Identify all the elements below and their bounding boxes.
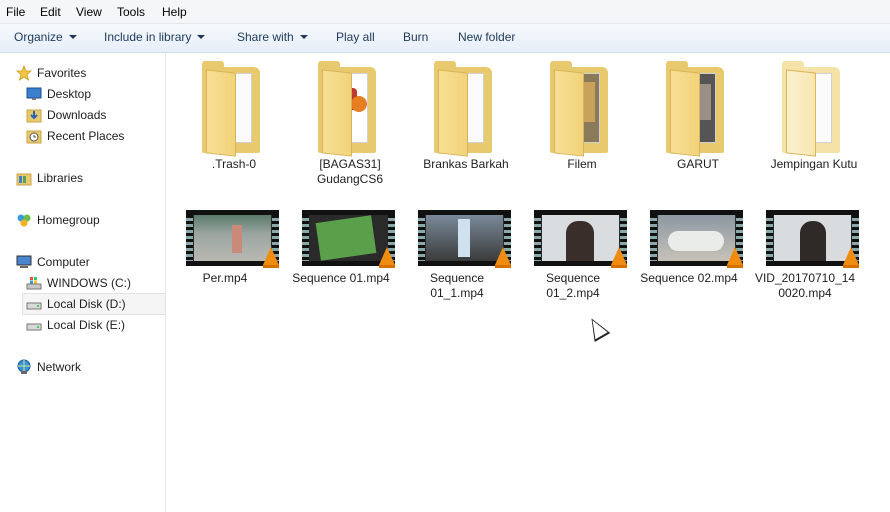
video-item[interactable]: Per.mp4 [167,205,283,305]
organize-button[interactable]: Organize [14,30,77,44]
navigation-pane: Favorites Desktop Downloads Recent Place… [0,53,166,512]
video-name: Sequence 01_2.mp4 [545,271,601,300]
include-in-library-button[interactable]: Include in library [104,30,206,44]
star-icon [16,65,32,81]
nav-desktop[interactable]: Desktop [26,84,156,104]
libraries-icon [16,173,32,186]
nav-network-label: Network [37,360,82,374]
computer-icon [16,255,32,268]
menu-help[interactable]: Help [162,5,187,19]
downloads-folder-icon [26,109,42,123]
recent-places-icon [26,130,42,144]
organize-label: Organize [14,30,63,44]
folder-item[interactable]: Jempingan Kutu [756,57,872,189]
share-with-label: Share with [237,30,294,44]
nav-recent-places[interactable]: Recent Places [26,126,156,146]
nav-favorites[interactable]: Favorites [16,63,156,83]
hard-drive-icon [26,323,42,331]
folder-item[interactable]: Brankas Barkah [408,57,524,189]
menu-view[interactable]: View [76,5,102,19]
nav-libraries[interactable]: Libraries [16,168,156,188]
video-name: VID_20170710_14 0020.mp4 [754,271,856,300]
video-item[interactable]: Sequence 01_1.mp4 [399,205,515,305]
video-item[interactable]: VID_20170710_14 0020.mp4 [747,205,863,305]
folder-name: [BAGAS31] GudangCS6 [316,157,384,186]
network-icon [17,359,31,374]
vlc-icon [379,247,395,268]
nav-libraries-label: Libraries [37,171,84,185]
nav-favorites-label: Favorites [37,66,87,80]
video-name: Sequence 01.mp4 [292,271,390,285]
nav-downloads-label: Downloads [47,108,107,122]
nav-drive-c-label: WINDOWS (C:) [47,276,131,290]
folder-item[interactable]: GARUT [640,57,756,189]
nav-drive-e-label: Local Disk (E:) [47,318,126,332]
video-name: Per.mp4 [202,271,248,285]
video-item[interactable]: Sequence 02.mp4 [631,205,747,305]
vlc-icon [611,247,627,268]
nav-drive-d-label: Local Disk (D:) [47,297,126,311]
nav-drive-c[interactable]: WINDOWS (C:) [26,273,156,293]
nav-homegroup-label: Homegroup [37,213,100,227]
command-bar: Organize Include in library Share with P… [0,24,890,53]
vlc-icon [263,247,279,268]
folder-name: Jempingan Kutu [770,157,858,171]
chevron-down-icon [197,35,206,39]
video-item[interactable]: Sequence 01.mp4 [283,205,399,305]
nav-drive-e[interactable]: Local Disk (E:) [26,315,156,335]
nav-recent-places-label: Recent Places [47,129,125,143]
folder-icon [202,61,268,157]
folder-icon [666,61,732,157]
hard-drive-icon [26,302,42,310]
desktop-icon [26,87,42,100]
menu-edit[interactable]: Edit [40,5,61,19]
nav-computer-label: Computer [37,255,90,269]
chevron-down-icon [299,35,308,39]
folder-name: Brankas Barkah [423,157,509,171]
folder-item[interactable]: [BAGAS31] GudangCS6 [292,57,408,189]
nav-drive-d[interactable]: Local Disk (D:) [22,293,166,315]
vlc-icon [495,247,511,268]
share-with-button[interactable]: Share with [237,30,308,44]
menu-tools[interactable]: Tools [117,5,145,19]
vlc-icon [843,247,859,268]
folder-name: .Trash-0 [211,157,257,171]
new-folder-button[interactable]: New folder [458,30,515,44]
folder-icon [550,61,616,157]
include-in-library-label: Include in library [104,30,192,44]
menu-bar: File Edit View Tools Help [0,0,890,24]
windows-drive-icon [26,277,42,290]
burn-button[interactable]: Burn [403,30,428,44]
folder-name: GARUT [677,157,719,171]
video-name: Sequence 02.mp4 [640,271,738,285]
homegroup-icon [17,214,31,227]
folder-name: Filem [567,157,597,171]
folder-icon [434,61,500,157]
video-name: Sequence 01_1.mp4 [429,271,485,300]
play-all-button[interactable]: Play all [336,30,375,44]
nav-network[interactable]: Network [16,357,156,377]
nav-downloads[interactable]: Downloads [26,105,156,125]
folder-icon [318,61,384,157]
nav-homegroup[interactable]: Homegroup [16,210,156,230]
folder-item[interactable]: Filem [524,57,640,189]
folder-item[interactable]: .Trash-0 [176,57,292,189]
video-item[interactable]: Sequence 01_2.mp4 [515,205,631,305]
nav-desktop-label: Desktop [47,87,92,101]
folder-icon [782,61,848,157]
chevron-down-icon [68,35,77,39]
menu-file[interactable]: File [6,5,25,19]
nav-computer[interactable]: Computer [16,252,156,272]
vlc-icon [727,247,743,268]
file-list: .Trash-0 [BAGAS31] GudangCS6 Brankas Bark… [167,53,890,512]
